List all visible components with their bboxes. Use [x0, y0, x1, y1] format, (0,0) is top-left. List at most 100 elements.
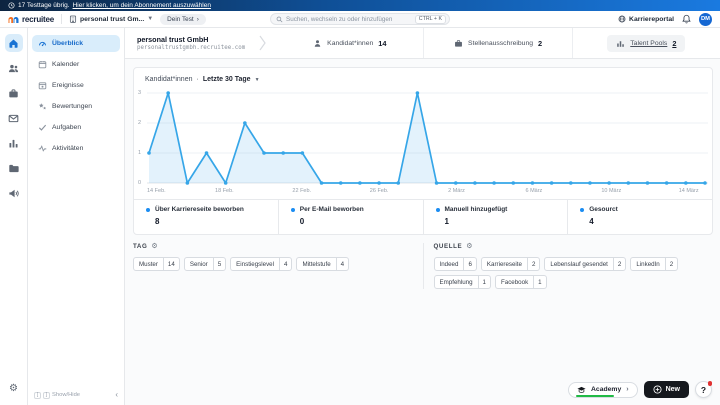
sidebar-item-aufgaben[interactable]: Aufgaben [32, 119, 120, 136]
events-icon [38, 81, 47, 90]
org-name: personal trust Gm... [80, 15, 145, 23]
sources-section: QUELLE ⚙ Indeed 6 Karriereseite 2 Lebensla… [422, 243, 714, 289]
sidebar-item-kalender[interactable]: Kalender [32, 56, 120, 73]
stat-dot-icon [435, 207, 440, 212]
tag-chip[interactable]: Senior 5 [183, 257, 227, 271]
tab-talent-pools[interactable]: Talent Pools 2 [571, 28, 720, 58]
x-tick-label: 6 März [525, 188, 543, 194]
facets-row: TAG ⚙ Muster 14 Senior 5 Einstiegslevel 4 M… [133, 243, 713, 289]
tag-chip[interactable]: Muster 14 [133, 257, 180, 271]
global-search[interactable]: CTRL + K [270, 13, 450, 25]
chip-count: 6 [463, 258, 475, 270]
stat-value: 4 [589, 217, 594, 226]
rail-jobs-icon[interactable] [5, 84, 23, 102]
chip-count: 4 [279, 258, 291, 270]
x-tick-label: 2 März [448, 188, 465, 194]
sources-title: QUELLE [433, 243, 463, 250]
candidates-chart-card: Kandidat*innen · Letzte 30 Tage ▼ 0 1 2 3 1 [133, 67, 713, 235]
company-block: personal trust GmbH personaltrustgmbh.re… [137, 35, 245, 52]
pipeline-pill[interactable]: Dein Test › [160, 13, 206, 25]
user-avatar[interactable]: DM [699, 12, 712, 26]
academy-button[interactable]: Academy › [568, 381, 638, 398]
subscription-link[interactable]: Hier klicken, um dein Abonnement auszuwä… [73, 2, 211, 9]
org-switcher[interactable]: personal trust Gm... ▼ [69, 15, 153, 23]
chip-count: 4 [335, 258, 348, 270]
notification-dot [707, 381, 712, 386]
stat-value: 8 [155, 217, 160, 226]
bell-icon[interactable] [682, 14, 691, 24]
recruitee-logo[interactable]: recruitee [8, 15, 54, 24]
rail-folder-icon[interactable] [5, 159, 23, 177]
help-label: ? [700, 384, 707, 395]
trial-promo-bar: 17 Testtage übrig. Hier klicken, um dein… [0, 0, 720, 11]
header-divider [61, 14, 62, 24]
source-chip[interactable]: Karriereseite 2 [480, 257, 541, 271]
chart-plot-area [147, 88, 708, 187]
activities-icon [38, 144, 47, 153]
range-dropdown[interactable]: Letzte 30 Tage [203, 76, 251, 83]
source-chip[interactable]: Indeed 6 [433, 257, 477, 271]
new-button[interactable]: New [643, 381, 689, 398]
stat-value: 0 [299, 217, 305, 226]
stat-label: Gesourct [589, 206, 618, 213]
stat-dot-icon [580, 207, 585, 212]
stat-value: 1 [444, 217, 449, 226]
range-label: Letzte 30 Tage [202, 76, 251, 83]
tab-kandidaten[interactable]: Kandidat*innen 14 [276, 28, 423, 58]
source-chip[interactable]: Empfehlung 1 [433, 275, 491, 289]
stat-dot-icon [290, 207, 295, 212]
tags-settings-gear-icon[interactable]: ⚙ [151, 243, 157, 250]
academy-label: Academy [591, 386, 622, 393]
entity-tabs: Kandidat*innen 14 Stellenausschreibung 2… [276, 28, 720, 58]
tab-count: 2 [672, 38, 677, 48]
rail-reports-icon[interactable] [5, 134, 23, 152]
help-button[interactable]: ? [695, 381, 712, 398]
tag-chip[interactable]: Einstiegslevel 4 [230, 257, 293, 271]
chart-y-axis: 0 1 2 3 [138, 88, 147, 187]
company-bar: personal trust GmbH personaltrustgmbh.re… [125, 28, 720, 59]
stats-row: Über Karriereseite beworben 8 Per E-Mail… [134, 199, 712, 234]
stat-label: Manuell hinzugefügt [444, 206, 508, 213]
chip-label: Lebenslauf gesendet [550, 260, 608, 268]
y-tick-label: 2 [138, 120, 142, 126]
source-chip[interactable]: LinkedIn 2 [630, 257, 679, 271]
source-chip[interactable]: Lebenslauf gesendet 2 [544, 257, 627, 271]
rail-campaigns-icon[interactable] [5, 184, 23, 202]
sidebar-item-aktivitaeten[interactable]: Aktivitäten [32, 140, 120, 157]
tab-stellenausschreibung[interactable]: Stellenausschreibung 2 [423, 28, 571, 58]
source-chip[interactable]: Facebook 1 [494, 275, 547, 289]
pools-chart-icon [616, 39, 625, 48]
chip-label: Empfehlung [439, 278, 473, 286]
sidebar-collapse-button[interactable]: ‹ [115, 391, 118, 399]
rail-home-icon[interactable] [4, 34, 23, 52]
rail-candidates-icon[interactable] [5, 59, 23, 77]
chip-count: 1 [533, 276, 545, 288]
chevron-down-icon: ▼ [254, 76, 260, 83]
calendar-icon [38, 60, 47, 69]
sidebar-item-label: Kalender [52, 61, 80, 68]
recruitee-app: 17 Testtage übrig. Hier klicken, um dein… [0, 0, 720, 405]
rail-inbox-icon[interactable] [5, 109, 23, 127]
search-shortcut-badge: CTRL + K [414, 14, 446, 24]
search-icon [276, 16, 283, 22]
settings-gear-icon[interactable]: ⚙ [5, 379, 23, 397]
sidebar-item-label: Überblick [52, 40, 83, 47]
career-portal-button[interactable]: Karriereportal [618, 15, 674, 23]
y-tick-label: 3 [138, 90, 142, 96]
sidebar-item-ereignisse[interactable]: Ereignisse [32, 77, 120, 94]
sources-settings-gear-icon[interactable]: ⚙ [466, 243, 472, 250]
sidebar-item-bewertungen[interactable]: Bewertungen [32, 98, 120, 115]
chevron-right-icon: › [196, 15, 199, 23]
search-input[interactable] [286, 15, 412, 23]
sidebar-item-ueberblick[interactable]: Überblick [32, 35, 120, 52]
chip-label: Facebook [500, 278, 529, 286]
sidebar-item-label: Bewertungen [52, 103, 93, 110]
bracket-right-key-icon: ] [43, 391, 50, 399]
tasks-check-icon [38, 123, 47, 132]
tab-label: Stellenausschreibung [468, 39, 534, 47]
graduation-cap-icon [577, 386, 586, 393]
y-tick-label: 0 [138, 179, 142, 186]
y-tick-label: 1 [138, 149, 142, 156]
sidebar-item-label: Ereignisse [52, 82, 84, 89]
tag-chip[interactable]: Mittelstufe 4 [296, 257, 350, 271]
